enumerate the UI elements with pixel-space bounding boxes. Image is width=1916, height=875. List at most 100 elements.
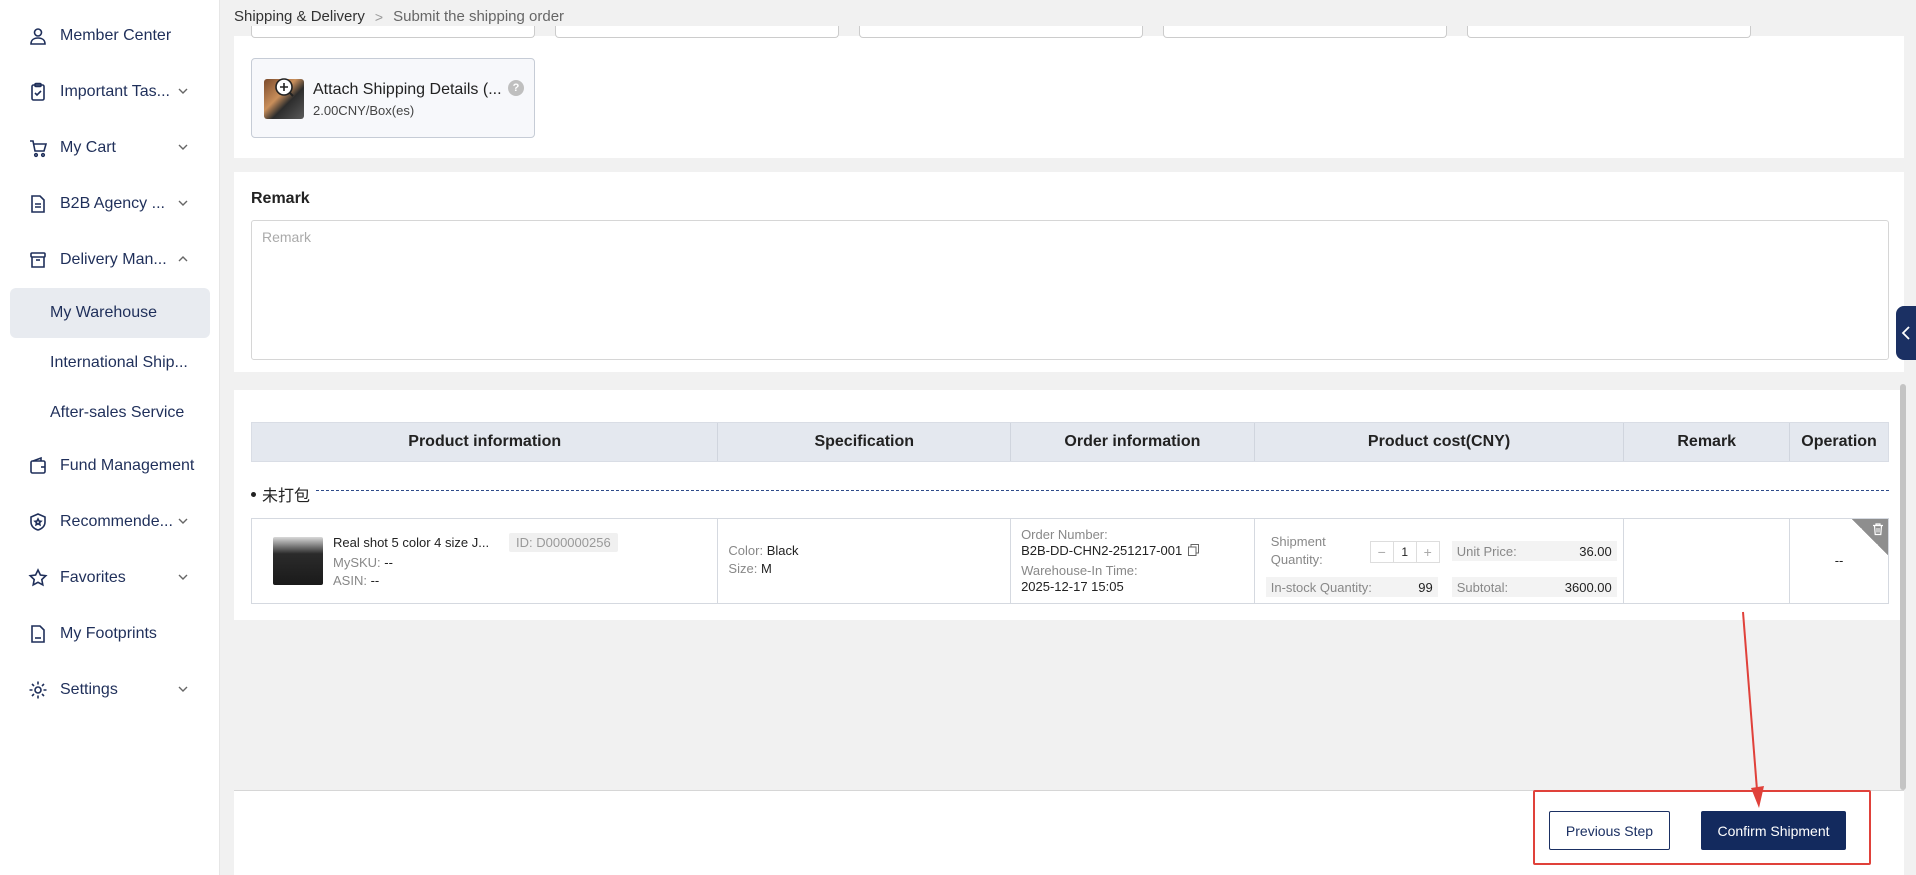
spec-color: Color: Black (728, 543, 798, 558)
column-header: Remark (1624, 423, 1791, 461)
group-label: 未打包 (251, 482, 310, 506)
sidebar-item-label: B2B Agency ... (60, 195, 165, 212)
spec-size: Size: M (728, 561, 771, 576)
product-id-badge: ID: D000000256 (509, 533, 618, 552)
sidebar-subitem-label: International Ship... (50, 354, 188, 371)
group-divider (316, 490, 1889, 491)
sidebar-subitem-after-sales[interactable]: After-sales Service (10, 388, 210, 438)
increment-button[interactable]: + (1417, 542, 1439, 562)
chevron-left-icon (1901, 326, 1910, 340)
breadcrumb-current: Submit the shipping order (393, 8, 565, 25)
service-price: 2.00CNY/Box(es) (313, 103, 415, 118)
sidebar-item-recommended[interactable]: Recommende... (0, 500, 220, 544)
sidebar-item-important-tasks[interactable]: Important Tas... (0, 70, 220, 114)
service-card-partial[interactable] (859, 26, 1143, 38)
table-header: Product information Specification Order … (251, 422, 1889, 462)
sidebar-item-member-center[interactable]: Member Center (0, 14, 220, 58)
collapse-panel-tab[interactable] (1896, 306, 1916, 360)
color-label: Color: (728, 543, 764, 558)
remark-textarea[interactable] (251, 220, 1889, 360)
chevron-down-icon (176, 570, 190, 584)
sidebar-item-label: My Footprints (60, 625, 157, 642)
table-row: Real shot 5 color 4 size J... ID: D00000… (251, 518, 1889, 604)
quantity-input[interactable]: 1 (1392, 542, 1417, 562)
sidebar-item-label: Important Tas... (60, 83, 170, 100)
group-label-text: 未打包 (262, 488, 311, 505)
breadcrumb-parent[interactable]: Shipping & Delivery (234, 8, 365, 25)
unit-price-value: 36.00 (1579, 543, 1612, 559)
sidebar-item-delivery-management[interactable]: Delivery Man... (0, 238, 220, 282)
sidebar-item-label: Member Center (60, 27, 172, 44)
shield-icon (28, 512, 48, 532)
service-card-partial[interactable] (1163, 26, 1447, 38)
column-header: Product information (252, 423, 719, 461)
product-asin: ASIN: -- (333, 573, 379, 588)
order-info-cell: Order Number: B2B-DD-CHN2-251217-001 War… (1011, 519, 1255, 603)
column-header: Order information (1011, 423, 1255, 461)
star-icon (28, 568, 48, 588)
sidebar-item-favorites[interactable]: Favorites (0, 556, 220, 600)
service-title: Attach Shipping Details (... (313, 81, 502, 98)
operation-cell: -- (1790, 519, 1888, 603)
column-header: Product cost(CNY) (1255, 423, 1625, 461)
specification-cell: Color: Black Size: M (718, 519, 1012, 603)
instock-value: 99 (1418, 579, 1433, 595)
breadcrumb-separator: > (374, 8, 384, 25)
order-number: B2B-DD-CHN2-251217-001 (1021, 543, 1200, 558)
operation-placeholder: -- (1834, 553, 1844, 568)
subtotal-label: Subtotal: (1456, 579, 1509, 595)
sidebar-subitem-international-shipping[interactable]: International Ship... (10, 338, 210, 388)
service-card-partial[interactable] (251, 26, 535, 38)
sidebar-item-settings[interactable]: Settings (0, 668, 220, 712)
chevron-down-icon (176, 682, 190, 696)
attach-shipping-details-card[interactable]: Attach Shipping Details (... 2.00CNY/Box… (251, 58, 535, 138)
instock-label: In-stock Quantity: (1270, 579, 1372, 595)
product-mysku: MySKU: -- (333, 555, 393, 570)
product-image[interactable] (273, 537, 323, 585)
sidebar-item-b2b-agency[interactable]: B2B Agency ... (0, 182, 220, 226)
sidebar-item-label: My Cart (60, 139, 116, 156)
copy-icon[interactable] (1188, 544, 1200, 556)
product-name[interactable]: Real shot 5 color 4 size J... (333, 535, 489, 550)
sidebar-subitem-label: After-sales Service (50, 404, 185, 421)
breadcrumb: Shipping & Delivery > Submit the shippin… (234, 8, 564, 25)
subtotal-value: 3600.00 (1564, 579, 1612, 595)
service-card-partial[interactable] (1467, 26, 1751, 38)
sidebar-item-my-cart[interactable]: My Cart (0, 126, 220, 170)
scrollbar[interactable] (1900, 384, 1906, 790)
size-label: Size: (728, 561, 758, 576)
chevron-down-icon (176, 196, 190, 210)
warehouse-in-time: 2025-12-17 15:05 (1021, 579, 1124, 594)
sidebar-item-fund-management[interactable]: Fund Management (0, 444, 220, 488)
color-value: Black (766, 543, 799, 558)
sidebar-item-my-footprints[interactable]: My Footprints (0, 612, 220, 656)
column-header: Operation (1801, 433, 1877, 450)
mysku-value: -- (384, 555, 393, 570)
order-number-label: Order Number: (1021, 527, 1108, 542)
user-icon (28, 26, 48, 46)
decrement-button[interactable]: − (1371, 542, 1393, 562)
sidebar-item-label: Recommende... (60, 513, 173, 530)
file-icon (28, 624, 48, 644)
zoom-icon[interactable] (274, 77, 294, 97)
instock-quantity: In-stock Quantity: 99 (1265, 577, 1438, 597)
service-card-partial[interactable] (555, 26, 839, 38)
size-value: M (760, 561, 772, 576)
subtotal: Subtotal: 3600.00 (1451, 577, 1617, 597)
highlight-annotation-box (1533, 790, 1871, 865)
help-icon[interactable]: ? (508, 80, 524, 96)
shipment-qty-label: Shipment Quantity: (1270, 534, 1326, 567)
sidebar-subitem-label: My Warehouse (50, 304, 157, 321)
warehouse-in-label: Warehouse-In Time: (1021, 563, 1138, 578)
order-number-value: B2B-DD-CHN2-251217-001 (1021, 543, 1183, 558)
sidebar: Member Center Important Tas... My Cart B… (0, 0, 220, 875)
sidebar-item-label: Delivery Man... (60, 251, 167, 268)
trash-icon[interactable] (1871, 522, 1885, 536)
bullet-icon (251, 491, 256, 497)
document-icon (28, 194, 48, 214)
mysku-label: MySKU: (333, 555, 381, 570)
cart-icon (28, 138, 48, 158)
sidebar-subitem-my-warehouse[interactable]: My Warehouse (10, 288, 210, 338)
quantity-stepper: − 1 + (1369, 541, 1440, 563)
sidebar-item-label: Favorites (60, 569, 126, 586)
